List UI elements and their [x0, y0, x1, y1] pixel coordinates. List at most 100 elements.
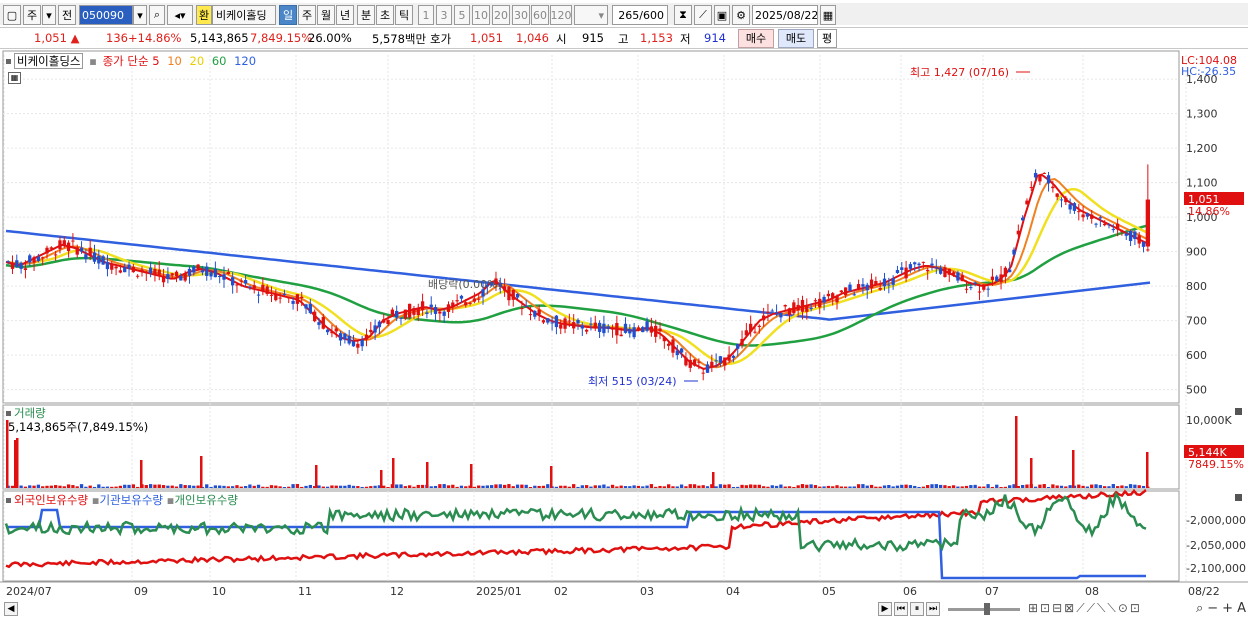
volume-panel-close-icon[interactable] — [1235, 408, 1242, 415]
candle-body — [995, 276, 999, 282]
candle-body — [861, 284, 865, 287]
volume-bar — [330, 485, 334, 488]
volume-bar — [718, 484, 723, 488]
candle-body — [179, 275, 183, 281]
volume-bar — [269, 485, 274, 488]
candle-body — [114, 266, 118, 269]
candle-body — [567, 320, 572, 322]
volume-bar — [964, 485, 969, 488]
candle-body — [386, 320, 390, 325]
fast-forward-icon[interactable]: ⏭ — [926, 602, 940, 616]
volume-bar — [75, 486, 79, 488]
zoom-slider-handle[interactable] — [984, 603, 990, 615]
price-tick-label: 1,200 — [1186, 142, 1218, 155]
candle-body — [831, 293, 835, 298]
volume-bar — [692, 484, 697, 488]
candle-body — [105, 261, 110, 270]
candle-body — [839, 290, 843, 293]
candle-body — [1146, 249, 1150, 251]
holder-panel-close-icon[interactable] — [1235, 494, 1242, 501]
volume-bar — [338, 485, 343, 488]
volume-bar — [420, 484, 425, 488]
zoom-controls[interactable]: ⌕−+A — [1196, 601, 1248, 616]
scroll-right-icon[interactable]: ▶ — [878, 602, 892, 616]
volume-bar — [308, 484, 313, 488]
candle-body — [662, 337, 666, 342]
candle-body — [92, 252, 97, 262]
price-tick-label: 700 — [1186, 315, 1207, 328]
volume-spike — [16, 438, 19, 488]
candle-body — [330, 331, 334, 334]
candle-body — [524, 305, 528, 307]
volume-bar — [951, 485, 956, 488]
volume-bar — [887, 485, 891, 488]
candle-body — [1107, 224, 1111, 226]
volume-bar — [874, 486, 878, 488]
volume-bar — [865, 485, 869, 488]
table-icon[interactable]: ▦ — [8, 72, 21, 84]
x-axis: 2024/07 09 10 11 12 2025/01 02 03 04 05 06 07 08 08/2… — [6, 585, 1220, 598]
volume-bar — [123, 484, 127, 488]
candle-body — [252, 285, 256, 289]
low-annotation: 최저 515 (03/24) — [588, 375, 677, 388]
candle-body — [1098, 217, 1103, 219]
last-candle-body — [1145, 199, 1150, 247]
candle-body — [101, 256, 105, 265]
volume-tick-label: 10,000K — [1186, 414, 1232, 427]
volume-bar — [105, 486, 110, 488]
volume-bars — [6, 416, 1150, 488]
volume-bar — [494, 484, 498, 488]
volume-spike — [712, 472, 715, 488]
candle-body — [947, 268, 951, 275]
candle-body — [930, 263, 934, 266]
x-tick-label: 10 — [212, 585, 226, 598]
volume-bar — [321, 486, 325, 488]
volume-bar — [1094, 484, 1098, 488]
volume-bar — [623, 486, 628, 488]
candle-body — [261, 284, 265, 292]
volume-bar — [282, 486, 287, 488]
scroll-left-icon[interactable]: ◀ — [4, 602, 18, 616]
volume-spike — [200, 456, 203, 488]
volume-bar — [252, 485, 256, 488]
chart-area[interactable]: 1,4001,3001,2001,1001,000900800700600500… — [0, 0, 1248, 621]
candle-body — [1111, 229, 1115, 231]
legend-stock-name[interactable]: 비케이홀딩스 — [14, 53, 84, 69]
volume-spike — [426, 462, 429, 488]
candle-body — [796, 304, 800, 311]
candle-body — [308, 304, 313, 313]
pause-icon[interactable]: ⏸ — [910, 602, 924, 616]
volume-bar — [917, 486, 921, 488]
volume-bar — [584, 485, 589, 488]
candle-body — [1038, 175, 1042, 182]
candle-body — [127, 264, 131, 269]
volume-bar — [960, 486, 964, 488]
candle-body — [200, 270, 205, 273]
volume-bar — [1003, 486, 1008, 488]
volume-bar — [826, 485, 831, 488]
price-legend: 비케이홀딩스 ▪ 종가 단순 5 10 20 60 120 — [6, 53, 256, 69]
volume-bar — [481, 485, 485, 488]
volume-bar — [502, 484, 507, 488]
rewind-icon[interactable]: ⏮ — [894, 602, 908, 616]
candle-body — [692, 359, 697, 366]
candle-body — [321, 316, 325, 329]
candle-body — [977, 291, 982, 293]
volume-bar — [805, 484, 809, 488]
candle-body — [1081, 214, 1085, 218]
drawing-tools[interactable]: ⊞⊡⊟⊠⟋⟋⟍⟍⊙⊡ — [1028, 601, 1142, 616]
volume-bar — [956, 486, 960, 488]
volume-bar — [636, 485, 641, 488]
volume-bar — [490, 485, 494, 488]
candle-body — [770, 310, 774, 312]
price-tick-label: 1,300 — [1186, 108, 1218, 121]
volume-bar — [1111, 484, 1115, 488]
candle-body — [602, 323, 606, 334]
candle-body — [183, 273, 187, 281]
volume-bar — [969, 485, 973, 488]
volume-bar — [97, 484, 101, 488]
volume-spike — [380, 470, 383, 488]
candle-body — [334, 328, 338, 332]
volume-bar — [10, 485, 15, 488]
candle-body — [874, 281, 878, 286]
